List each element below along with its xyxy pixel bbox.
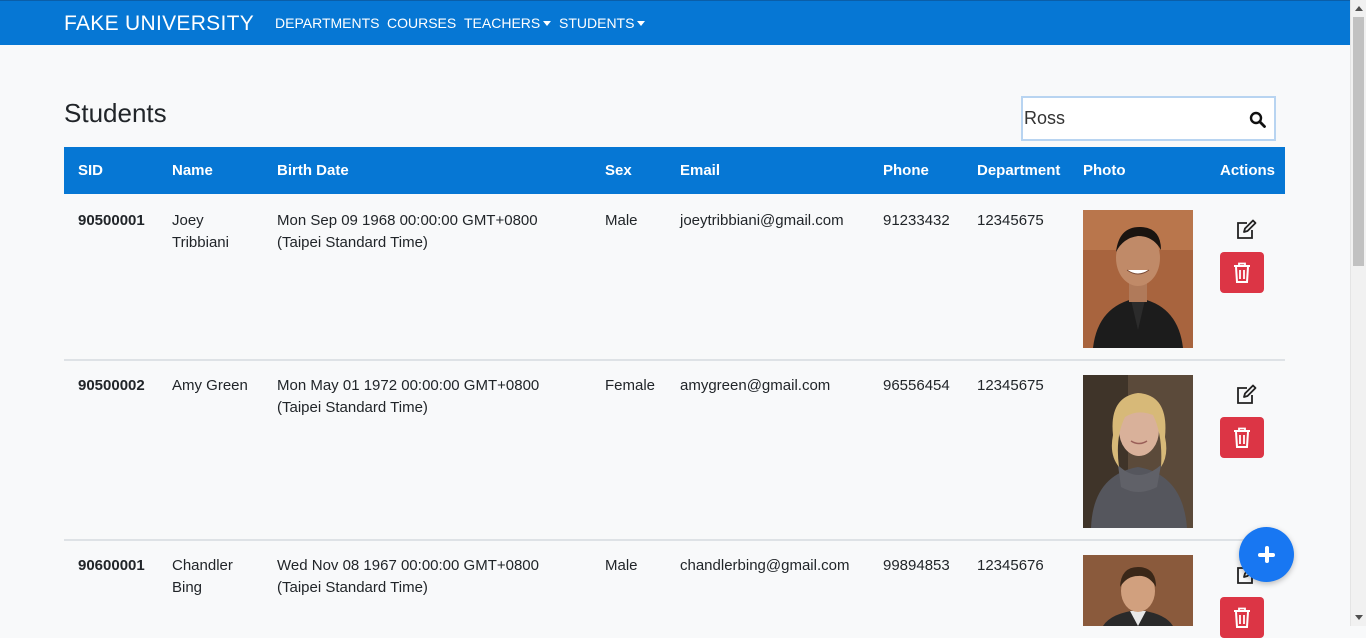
scroll-down-arrow-icon[interactable] <box>1355 615 1363 620</box>
delete-button[interactable] <box>1220 417 1264 458</box>
cell-phone: 99894853 <box>883 557 950 574</box>
edit-icon <box>1237 219 1257 239</box>
edit-icon <box>1237 384 1257 404</box>
trash-icon <box>1234 607 1250 628</box>
student-photo <box>1083 210 1193 348</box>
cell-department: 12345675 <box>977 377 1044 394</box>
header-actions: Actions <box>1220 162 1276 179</box>
student-photo <box>1083 375 1193 528</box>
header-email[interactable]: Email <box>680 162 720 179</box>
trash-icon <box>1234 427 1250 448</box>
cell-department: 12345676 <box>977 557 1044 574</box>
brand-logo[interactable]: FAKE UNIVERSITY <box>64 12 254 36</box>
vertical-scrollbar[interactable] <box>1350 0 1366 626</box>
delete-button[interactable] <box>1220 597 1264 638</box>
header-name[interactable]: Name <box>172 162 213 179</box>
cell-name: Chandler Bing <box>172 557 233 596</box>
cell-name: Joey Tribbiani <box>172 212 229 251</box>
nav-departments[interactable]: DEPARTMENTS <box>275 15 380 31</box>
caret-down-icon <box>637 21 646 26</box>
scrollbar-thumb[interactable] <box>1353 17 1364 266</box>
header-sex[interactable]: Sex <box>605 162 632 179</box>
add-student-button[interactable] <box>1239 527 1294 582</box>
cell-department: 12345675 <box>977 212 1044 229</box>
header-photo: Photo <box>1083 162 1126 179</box>
cell-sid: 90600001 <box>78 557 145 574</box>
page-title: Students <box>64 98 167 128</box>
edit-button[interactable] <box>1232 217 1258 243</box>
table-row: 90600001 Chandler Bing Wed Nov 08 1967 0… <box>64 541 1285 638</box>
edit-button[interactable] <box>1232 382 1258 408</box>
trash-icon <box>1234 262 1250 283</box>
cell-sex: Female <box>605 377 656 394</box>
cell-sex: Male <box>605 557 638 574</box>
cell-phone: 91233432 <box>883 212 950 229</box>
header-birth-date[interactable]: Birth Date <box>277 162 349 179</box>
header-phone[interactable]: Phone <box>883 162 929 179</box>
cell-sid: 90500002 <box>78 377 145 394</box>
cell-email: joeytribbiani@gmail.com <box>680 212 844 229</box>
cell-sex: Male <box>605 212 638 229</box>
table-header: SID Name Birth Date Sex Email Phone Depa… <box>64 147 1285 194</box>
cell-birth-date: Mon May 01 1972 00:00:00 GMT+0800 (Taipe… <box>277 377 540 416</box>
nav-courses[interactable]: COURSES <box>387 15 456 31</box>
caret-down-icon <box>543 21 552 26</box>
cell-name: Amy Green <box>172 377 248 394</box>
table-row: 90500001 Joey Tribbiani Mon Sep 09 1968 … <box>64 194 1285 361</box>
student-photo <box>1083 555 1193 626</box>
scroll-up-arrow-icon[interactable] <box>1355 6 1363 11</box>
cell-sid: 90500001 <box>78 212 145 229</box>
search-icon[interactable] <box>1249 111 1266 128</box>
cell-email: chandlerbing@gmail.com <box>680 557 850 574</box>
header-department[interactable]: Department <box>977 162 1060 179</box>
delete-button[interactable] <box>1220 252 1264 293</box>
search-input[interactable] <box>1024 99 1254 138</box>
top-navbar: FAKE UNIVERSITY DEPARTMENTS COURSES TEAC… <box>0 0 1350 45</box>
search-box[interactable] <box>1021 96 1276 141</box>
cell-birth-date: Wed Nov 08 1967 00:00:00 GMT+0800 (Taipe… <box>277 557 539 596</box>
cell-email: amygreen@gmail.com <box>680 377 831 394</box>
cell-phone: 96556454 <box>883 377 950 394</box>
header-sid[interactable]: SID <box>78 162 103 179</box>
nav-teachers-dropdown[interactable]: TEACHERS <box>464 15 552 31</box>
nav-students-dropdown[interactable]: STUDENTS <box>559 15 646 31</box>
cell-birth-date: Mon Sep 09 1968 00:00:00 GMT+0800 (Taipe… <box>277 212 538 251</box>
table-row: 90500002 Amy Green Mon May 01 1972 00:00… <box>64 361 1285 541</box>
